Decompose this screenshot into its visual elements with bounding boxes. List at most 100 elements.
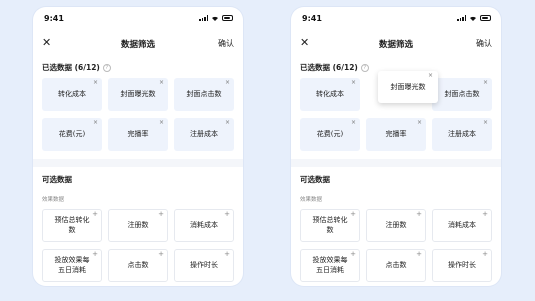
add-icon[interactable]: + xyxy=(158,210,164,219)
selected-chip[interactable]: 转化成本 × xyxy=(42,78,102,111)
selected-chip-label: 完播率 xyxy=(127,130,149,139)
selected-chip[interactable]: 注册成本 × xyxy=(174,118,234,151)
selected-chip-label: 转化成本 xyxy=(316,90,344,99)
remove-icon[interactable]: × xyxy=(351,119,356,127)
available-card-label: 操作时长 xyxy=(448,260,476,269)
help-icon[interactable]: ? xyxy=(102,63,111,72)
remove-icon[interactable]: × xyxy=(159,79,164,87)
available-card-label: 预估总转化 数 xyxy=(312,216,348,234)
remove-icon[interactable]: × xyxy=(159,119,164,127)
available-card-label: 预估总转化 数 xyxy=(54,216,90,234)
status-time: 9:41 xyxy=(44,14,64,23)
add-icon[interactable]: + xyxy=(416,250,422,259)
selected-chip[interactable]: 花费(元) × xyxy=(42,118,102,151)
selected-chip-label: 注册成本 xyxy=(448,130,476,139)
remove-icon[interactable]: × xyxy=(417,119,422,127)
available-card-label: 点击数 xyxy=(385,260,407,269)
available-card[interactable]: 点击数 + xyxy=(108,249,168,282)
available-card[interactable]: 预估总转化 数 + xyxy=(300,209,360,242)
remove-icon[interactable]: × xyxy=(93,119,98,127)
available-card-label: 消耗成本 xyxy=(448,220,476,229)
add-icon[interactable]: + xyxy=(350,210,356,219)
page-title: 数据筛选 xyxy=(378,40,413,50)
cellular-signal-icon xyxy=(199,15,208,21)
wifi-icon xyxy=(470,16,476,21)
add-icon[interactable]: + xyxy=(92,250,98,259)
available-card[interactable]: 投放效果每 五日消耗 + xyxy=(300,249,360,282)
remove-icon[interactable]: × xyxy=(225,79,230,87)
selected-chip[interactable]: 完播率 × xyxy=(108,118,168,151)
available-card-label: 注册数 xyxy=(127,220,149,229)
section-divider xyxy=(291,159,501,167)
remove-icon[interactable]: × xyxy=(483,119,488,127)
remove-icon[interactable]: × xyxy=(483,79,488,87)
help-icon[interactable]: ? xyxy=(360,63,369,72)
add-icon[interactable]: + xyxy=(482,250,488,259)
selected-chip-label: 封面曝光数 xyxy=(120,90,156,99)
status-bar: 9:41 xyxy=(291,7,501,31)
available-card[interactable]: 消耗成本 + xyxy=(174,209,234,242)
phone-screen-before-drag: 9:41 ✕ 数据筛选 确认 已选数据 (6/12) ? 转化成本 × 封面曝光数… xyxy=(33,7,243,286)
remove-icon[interactable]: × xyxy=(428,72,433,79)
selected-chip[interactable]: 转化成本 × xyxy=(300,78,360,111)
selected-chip-label: 注册成本 xyxy=(190,130,218,139)
battery-icon xyxy=(222,15,233,21)
available-section-title: 可选数据 xyxy=(42,175,72,184)
selected-chip[interactable]: 封面点击数 × xyxy=(174,78,234,111)
selected-chip[interactable]: 封面曝光数 × xyxy=(108,78,168,111)
available-card[interactable]: 预估总转化 数 + xyxy=(42,209,102,242)
status-icons xyxy=(199,15,233,21)
available-card[interactable]: 点击数 + xyxy=(366,249,426,282)
group-label: 效果数据 xyxy=(300,197,323,203)
group-label: 效果数据 xyxy=(42,197,65,203)
selected-title-text: 已选数据 (6/12) xyxy=(42,63,100,72)
selected-chip[interactable]: 花费(元) × xyxy=(300,118,360,151)
remove-icon[interactable]: × xyxy=(351,79,356,87)
battery-icon xyxy=(480,15,491,21)
selected-chip-label: 花费(元) xyxy=(58,130,86,139)
selected-section-title: 已选数据 (6/12) ? xyxy=(42,62,111,73)
available-card-label: 点击数 xyxy=(127,260,149,269)
available-card[interactable]: 注册数 + xyxy=(108,209,168,242)
dragging-chip-label: 封面曝光数 xyxy=(390,83,426,91)
add-icon[interactable]: + xyxy=(224,210,230,219)
available-card-label: 投放效果每 五日消耗 xyxy=(312,256,348,274)
remove-icon[interactable]: × xyxy=(93,79,98,87)
status-icons xyxy=(457,15,491,21)
add-icon[interactable]: + xyxy=(350,250,356,259)
status-bar: 9:41 xyxy=(33,7,243,31)
selected-title-text: 已选数据 (6/12) xyxy=(300,63,358,72)
available-card-label: 注册数 xyxy=(385,220,407,229)
selected-chip[interactable]: 完播率 × xyxy=(366,118,426,151)
add-icon[interactable]: + xyxy=(92,210,98,219)
add-icon[interactable]: + xyxy=(416,210,422,219)
confirm-button[interactable]: 确认 xyxy=(218,38,234,49)
remove-icon[interactable]: × xyxy=(225,119,230,127)
selected-chip-label: 完播率 xyxy=(385,130,407,139)
selected-chip[interactable]: 封面点击数 × xyxy=(432,78,492,111)
selected-chip-label: 封面点击数 xyxy=(186,90,222,99)
selected-chip[interactable]: 注册成本 × xyxy=(432,118,492,151)
wifi-icon xyxy=(212,16,218,21)
available-card-label: 操作时长 xyxy=(190,260,218,269)
selected-chip-label: 转化成本 xyxy=(58,90,86,99)
status-time: 9:41 xyxy=(302,14,322,23)
section-divider xyxy=(33,159,243,167)
phone-screen-dragging: 9:41 ✕ 数据筛选 确认 已选数据 (6/12) ? 转化成本 × 封面点击数… xyxy=(291,7,501,286)
available-card[interactable]: 注册数 + xyxy=(366,209,426,242)
available-card[interactable]: 操作时长 + xyxy=(432,249,492,282)
nav-bar: ✕ 数据筛选 确认 xyxy=(291,33,501,55)
available-card[interactable]: 投放效果每 五日消耗 + xyxy=(42,249,102,282)
available-section-title: 可选数据 xyxy=(300,175,330,184)
cellular-signal-icon xyxy=(457,15,466,21)
available-card[interactable]: 消耗成本 + xyxy=(432,209,492,242)
available-card[interactable]: 操作时长 + xyxy=(174,249,234,282)
add-icon[interactable]: + xyxy=(158,250,164,259)
available-card-label: 消耗成本 xyxy=(190,220,218,229)
add-icon[interactable]: + xyxy=(482,210,488,219)
available-card-label: 投放效果每 五日消耗 xyxy=(54,256,90,274)
dragging-chip[interactable]: 封面曝光数 × xyxy=(378,71,438,103)
selected-chip-label: 花费(元) xyxy=(316,130,344,139)
confirm-button[interactable]: 确认 xyxy=(476,38,492,49)
add-icon[interactable]: + xyxy=(224,250,230,259)
